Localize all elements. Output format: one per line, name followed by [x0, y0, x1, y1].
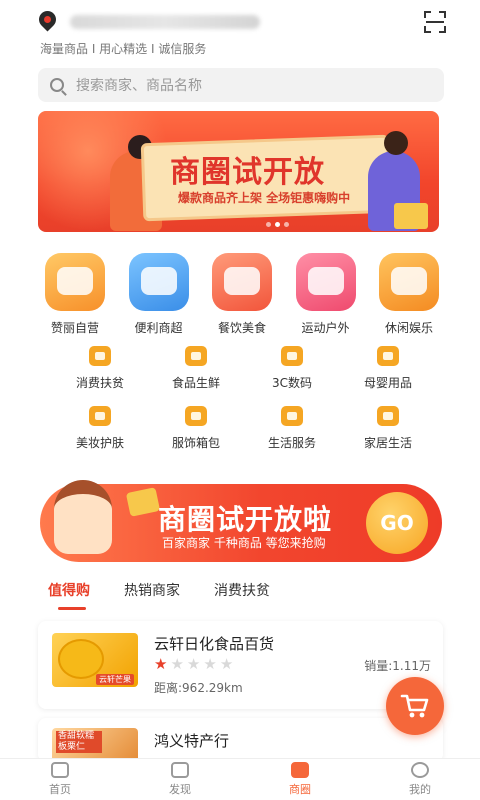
shop-name: 鸿义特产行 [154, 732, 230, 750]
shop-card[interactable]: 云轩芒果 云轩日化食品百货 ★ ★ ★ ★ ★ 销量:1.11万 距离:962.… [38, 621, 443, 709]
grid-item-home[interactable]: 家居生活 [340, 406, 436, 451]
shop-thumbnail: 云轩芒果 [52, 633, 138, 687]
thumbnail-tag: 香甜软糯 板栗仁 [56, 731, 102, 753]
nav-label: 我的 [409, 783, 431, 796]
grid-label: 美妆护肤 [75, 436, 124, 450]
camera-icon [281, 346, 303, 366]
star-icon: ★ [203, 655, 217, 673]
shop-thumbnail: 香甜软糯 板栗仁 [52, 728, 138, 762]
grid-item-poverty-relief[interactable]: 消费扶贫 [52, 346, 148, 391]
basket-icon [128, 253, 189, 311]
feed-tabs: 值得购 热销商家 消费扶贫 [48, 580, 270, 610]
search-input[interactable]: 搜索商家、商品名称 [38, 68, 444, 102]
grid-label: 消费扶贫 [75, 376, 124, 390]
tab-poverty-relief[interactable]: 消费扶贫 [214, 580, 270, 600]
rating-stars: ★ ★ ★ ★ ★ [154, 657, 233, 672]
grid-label: 生活服务 [267, 436, 316, 450]
secondary-categories: 消费扶贫 食品生鲜 3C数码 母婴用品 美妆护肤 服饰箱包 生活服务 家居生活 [52, 346, 436, 451]
category-sports[interactable]: 运动户外 [291, 253, 361, 336]
banner-subtitle: 爆款商品齐上架 全场钜惠嗨购中 [178, 191, 351, 205]
gift-box-icon [394, 203, 428, 229]
roast-chicken-icon [212, 253, 272, 311]
store-icon [45, 253, 105, 311]
grid-label: 食品生鲜 [171, 376, 220, 390]
slogan: 海量商品 I 用心精选 I 诚信服务 [40, 42, 207, 56]
grid-label: 家居生活 [363, 436, 412, 450]
tab-worth-buying[interactable]: 值得购 [48, 580, 90, 610]
gift-icon [125, 487, 161, 517]
nav-business-circle[interactable]: 商圈 [240, 759, 360, 800]
grid-item-baby[interactable]: 母婴用品 [340, 346, 436, 391]
grid-item-digital[interactable]: 3C数码 [244, 346, 340, 391]
baby-face-icon [377, 346, 399, 366]
thumbnail-tag: 云轩芒果 [96, 674, 134, 685]
location-pin-icon[interactable] [35, 7, 60, 34]
grid-item-apparel[interactable]: 服饰箱包 [148, 406, 244, 451]
star-icon: ★ [186, 655, 201, 673]
microphone-icon [379, 253, 439, 311]
scan-icon[interactable] [424, 11, 446, 33]
sofa-icon [377, 406, 399, 426]
promo-title: 商圈试开放啦 [158, 503, 333, 536]
search-placeholder: 搜索商家、商品名称 [76, 78, 202, 94]
tab-hot-merchants[interactable]: 热销商家 [124, 580, 180, 600]
cart-icon [400, 694, 429, 718]
cart-button[interactable] [386, 677, 444, 735]
shop-name: 云轩日化食品百货 [154, 635, 275, 653]
banner-person-right-head [384, 131, 408, 155]
bottom-nav: 首页 发现 商圈 我的 [0, 758, 480, 800]
star-icon: ★ [170, 655, 184, 673]
shop-distance: 距离:962.29km [154, 681, 243, 695]
search-icon [50, 78, 64, 92]
category-label: 赞丽自营 [50, 321, 99, 335]
shop-icon [89, 346, 111, 366]
banner-title: 商圈试开放 [170, 155, 325, 190]
mango-image [58, 639, 104, 679]
nav-label: 首页 [49, 783, 71, 796]
location-address-blurred[interactable] [70, 15, 260, 29]
backpack-icon [295, 253, 356, 311]
grid-item-fresh-food[interactable]: 食品生鲜 [148, 346, 244, 391]
category-food[interactable]: 餐饮美食 [207, 253, 277, 336]
sales-count: 销量:1.11万 [364, 659, 431, 673]
promo-pill-banner[interactable]: 商圈试开放啦 百家商家 千种商品 等您来抢购 GO [40, 480, 442, 562]
grid-item-life-service[interactable]: 生活服务 [244, 406, 340, 451]
nav-discover[interactable]: 发现 [120, 759, 240, 800]
grid-label: 母婴用品 [363, 376, 412, 390]
category-self-operated[interactable]: 赞丽自营 [40, 253, 110, 336]
star-icon: ★ [219, 655, 234, 673]
compass-icon [171, 762, 189, 778]
shop-card[interactable]: 香甜软糯 板栗仁 鸿义特产行 [38, 718, 443, 762]
banner-pagination [266, 222, 289, 227]
promo-subtitle: 百家商家 千种商品 等您来抢购 [162, 536, 326, 550]
promo-banner[interactable]: 商圈试开放 爆款商品齐上架 全场钜惠嗨购中 [38, 111, 439, 232]
category-convenience[interactable]: 便利商超 [124, 253, 194, 336]
nav-home[interactable]: 首页 [0, 759, 120, 800]
shirt-icon [185, 406, 207, 426]
smile-icon [411, 762, 429, 778]
category-leisure[interactable]: 休闲娱乐 [374, 253, 444, 336]
grid-label: 服饰箱包 [171, 436, 220, 450]
nav-label: 发现 [169, 783, 191, 796]
star-icon: ★ [154, 655, 168, 673]
category-label: 休闲娱乐 [384, 321, 433, 335]
fish-icon [185, 346, 207, 366]
category-label: 餐饮美食 [217, 321, 266, 335]
go-button[interactable]: GO [366, 492, 428, 554]
grid-label: 3C数码 [271, 376, 312, 390]
category-label: 便利商超 [134, 321, 183, 335]
grid-item-beauty[interactable]: 美妆护肤 [52, 406, 148, 451]
top-bar [0, 0, 480, 44]
house-leaf-icon [281, 406, 303, 426]
primary-categories: 赞丽自营 便利商超 餐饮美食 运动户外 休闲娱乐 [40, 253, 444, 336]
nav-label: 商圈 [289, 783, 311, 796]
promo-girl-illustration [54, 480, 112, 554]
home-icon [51, 762, 69, 778]
shop-bag-icon [291, 762, 309, 778]
nav-mine[interactable]: 我的 [360, 759, 480, 800]
category-label: 运动户外 [301, 321, 350, 335]
cosmetics-icon [89, 406, 111, 426]
